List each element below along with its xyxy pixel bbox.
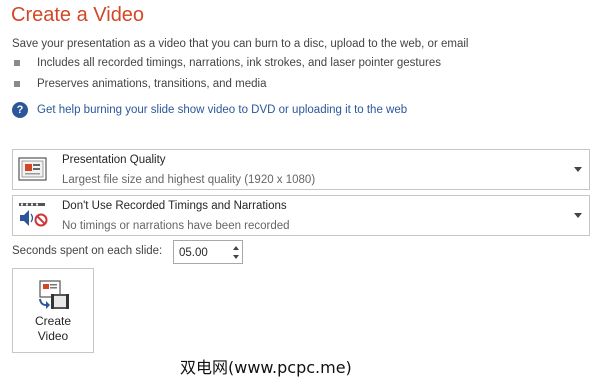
seconds-input[interactable]	[174, 241, 233, 265]
create-video-label: Create Video	[34, 314, 72, 343]
timings-dropdown[interactable]: Don't Use Recorded Timings and Narration…	[12, 195, 590, 236]
bullet-text: Includes all recorded timings, narration…	[37, 57, 441, 69]
create-video-button[interactable]: Create Video	[12, 268, 94, 353]
bullet-text: Preserves animations, transitions, and m…	[37, 78, 267, 90]
create-video-icon	[39, 280, 69, 309]
watermark-text: 双电网(www.pcpc.me)	[180, 358, 352, 377]
spin-down-icon[interactable]	[233, 255, 239, 259]
spin-up-icon[interactable]	[233, 246, 239, 250]
page-title: Create a Video	[11, 4, 145, 26]
bullet-item: Includes all recorded timings, narration…	[12, 57, 441, 69]
quality-title: Presentation Quality	[62, 154, 166, 166]
seconds-label: Seconds spent on each slide:	[12, 245, 163, 257]
seconds-spinner[interactable]	[173, 240, 243, 265]
timings-subtitle: No timings or narrations have been recor…	[62, 220, 290, 232]
help-link-text[interactable]: Get help burning your slide show video t…	[37, 104, 407, 116]
chevron-down-icon[interactable]	[574, 167, 582, 172]
help-question-icon: ?	[12, 102, 28, 118]
quality-dropdown[interactable]: Presentation Quality Largest file size a…	[12, 149, 590, 190]
speaker-no-icon	[19, 203, 48, 227]
bullet-square-icon	[14, 81, 20, 87]
quality-subtitle: Largest file size and highest quality (1…	[62, 174, 316, 186]
bullet-square-icon	[14, 60, 20, 66]
bullet-item: Preserves animations, transitions, and m…	[12, 78, 266, 90]
description-text: Save your presentation as a video that y…	[12, 38, 469, 50]
chevron-down-icon[interactable]	[574, 213, 582, 218]
help-link[interactable]: ? Get help burning your slide show video…	[12, 102, 407, 118]
timings-title: Don't Use Recorded Timings and Narration…	[62, 200, 287, 212]
presentation-quality-icon	[18, 157, 47, 181]
